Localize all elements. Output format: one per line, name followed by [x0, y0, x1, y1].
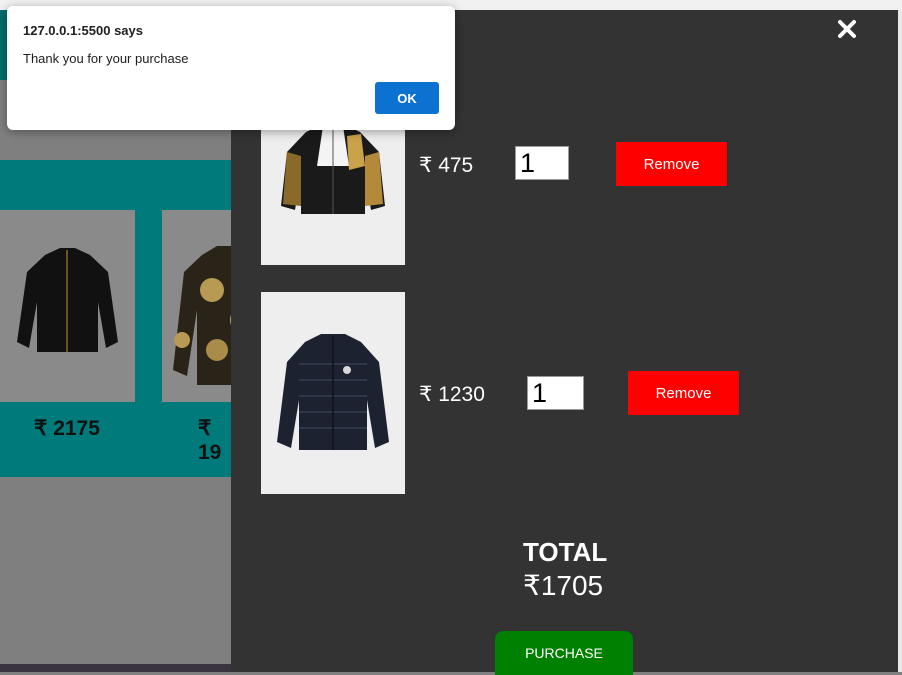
remove-button[interactable]: Remove	[616, 142, 727, 186]
remove-button[interactable]: Remove	[628, 371, 739, 415]
total-value: ₹1705	[523, 570, 604, 601]
quantity-input[interactable]	[527, 376, 584, 410]
purchase-button[interactable]: PURCHASE	[495, 631, 633, 675]
quantity-input[interactable]	[515, 146, 569, 180]
product-price: ₹ 19	[198, 417, 222, 464]
shop-products-section: ₹ 2175 ₹ 19	[0, 160, 232, 477]
total-label: TOTAL	[523, 537, 608, 567]
baroque-jacket-image	[173, 246, 232, 385]
navy-puffer-jacket-image	[277, 334, 389, 450]
dialog-title: 127.0.0.1:5500 says	[23, 23, 143, 38]
dialog-message: Thank you for your purchase	[23, 51, 189, 66]
close-icon[interactable]	[836, 18, 858, 40]
product-card-image[interactable]	[0, 210, 135, 402]
scrollbar-track[interactable]	[898, 10, 902, 672]
ok-button[interactable]: OK	[375, 82, 439, 114]
cart-item-image	[261, 292, 405, 494]
black-puffer-jacket-image	[17, 248, 118, 352]
cart-item-price: ₹ 475	[419, 154, 474, 177]
cart-item-price: ₹ 1230	[419, 383, 485, 406]
product-card-image[interactable]	[162, 210, 232, 402]
product-price: ₹ 2175	[34, 417, 100, 440]
alert-dialog: 127.0.0.1:5500 says Thank you for your p…	[7, 6, 455, 130]
